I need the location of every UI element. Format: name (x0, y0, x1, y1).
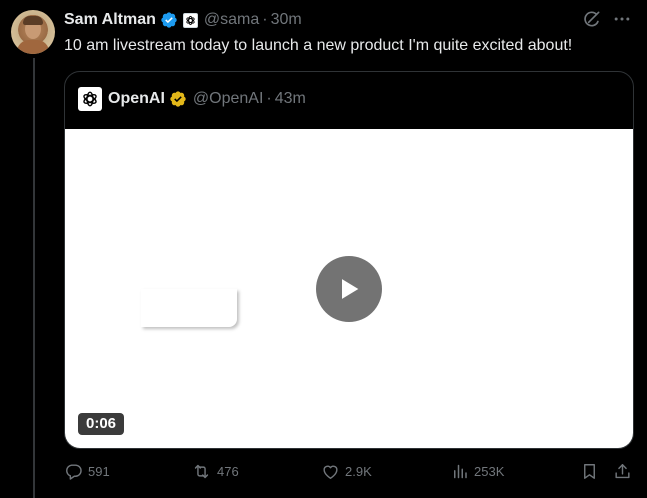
quoted-author-name[interactable]: OpenAI (108, 90, 165, 108)
repost-icon (194, 464, 209, 479)
quoted-header: OpenAI @OpenAI · 43m (78, 87, 306, 111)
quoted-author-handle[interactable]: @OpenAI (193, 90, 264, 108)
tweet-text: 10 am livestream today to launch a new p… (64, 37, 573, 54)
share-button[interactable] (613, 462, 632, 481)
openai-logo-icon[interactable] (78, 87, 102, 111)
quoted-separator: · (266, 90, 272, 107)
thread-line (33, 58, 35, 498)
action-bar: 591 476 2.9K 253K (64, 462, 634, 484)
openai-affiliate-icon[interactable] (182, 12, 198, 28)
avatar-shirt (17, 40, 49, 54)
views-icon (454, 464, 467, 479)
avatar[interactable] (11, 10, 55, 54)
author-name[interactable]: Sam Altman (64, 11, 156, 29)
video-frame-card (141, 289, 237, 327)
bookmark-button[interactable] (580, 462, 599, 481)
timestamp[interactable]: 30m (271, 11, 302, 29)
reply-icon (66, 464, 82, 480)
video-player[interactable]: 0:06 (65, 129, 633, 448)
quoted-timestamp[interactable]: 43m (275, 90, 306, 108)
bookmark-icon (584, 464, 595, 479)
like-count: 2.9K (345, 464, 372, 479)
views-button[interactable]: 253K (451, 462, 504, 481)
play-icon (342, 279, 359, 299)
author-handle[interactable]: @sama (204, 11, 259, 29)
reply-count: 591 (88, 464, 110, 479)
repost-count: 476 (217, 464, 239, 479)
share-icon (615, 464, 630, 479)
like-button[interactable]: 2.9K (321, 462, 372, 481)
verified-badge-icon[interactable] (160, 11, 178, 29)
avatar-hair (23, 16, 43, 25)
separator: · (262, 11, 268, 28)
more-icon[interactable] (611, 8, 633, 30)
play-button[interactable] (316, 256, 382, 322)
reply-button[interactable]: 591 (64, 462, 110, 481)
top-actions (573, 8, 633, 30)
tweet-header: Sam Altman @sama · 30m (64, 10, 302, 30)
grok-icon[interactable] (581, 8, 603, 30)
views-count: 253K (474, 464, 505, 479)
heart-icon (323, 465, 338, 479)
video-duration: 0:06 (78, 413, 125, 435)
verified-gold-badge-icon[interactable] (169, 90, 187, 108)
repost-button[interactable]: 476 (191, 462, 239, 481)
quoted-tweet[interactable]: OpenAI @OpenAI · 43m 0:06 (64, 71, 634, 449)
